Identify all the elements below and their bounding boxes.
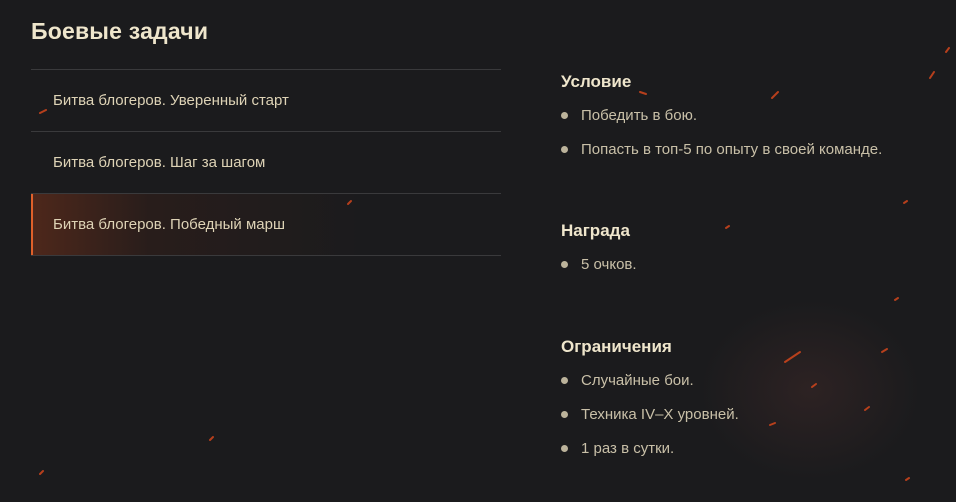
restriction-item: Случайные бои. (561, 371, 739, 405)
condition-item: Попасть в топ-5 по опыту в своей команде… (561, 140, 882, 174)
restrictions-section: Ограничения Случайные бои. Техника IV–X … (561, 337, 739, 473)
condition-item: Победить в бою. (561, 106, 882, 140)
task-item-victory-march[interactable]: Битва блогеров. Победный марш (31, 194, 501, 256)
task-item-label: Битва блогеров. Победный марш (53, 216, 286, 233)
restrictions-title: Ограничения (561, 337, 672, 356)
reward-section: Награда 5 очков. (561, 221, 637, 289)
task-item-step-by-step[interactable]: Битва блогеров. Шаг за шагом (31, 132, 501, 194)
restriction-item: 1 раз в сутки. (561, 439, 739, 473)
restriction-item: Техника IV–X уровней. (561, 405, 739, 439)
restrictions-list: Случайные бои. Техника IV–X уровней. 1 р… (561, 371, 739, 473)
condition-title: Условие (561, 72, 632, 91)
task-item-label: Битва блогеров. Уверенный старт (53, 92, 289, 109)
reward-item: 5 очков. (561, 255, 637, 289)
condition-section: Условие Победить в бою. Попасть в топ-5 … (561, 72, 882, 174)
reward-list: 5 очков. (561, 255, 637, 289)
page-title: Боевые задачи (31, 18, 209, 44)
task-item-confident-start[interactable]: Битва блогеров. Уверенный старт (31, 70, 501, 132)
reward-title: Награда (561, 221, 630, 240)
task-list: Битва блогеров. Уверенный старт Битва бл… (31, 69, 501, 256)
condition-list: Победить в бою. Попасть в топ-5 по опыту… (561, 106, 882, 174)
task-item-label: Битва блогеров. Шаг за шагом (53, 154, 266, 171)
